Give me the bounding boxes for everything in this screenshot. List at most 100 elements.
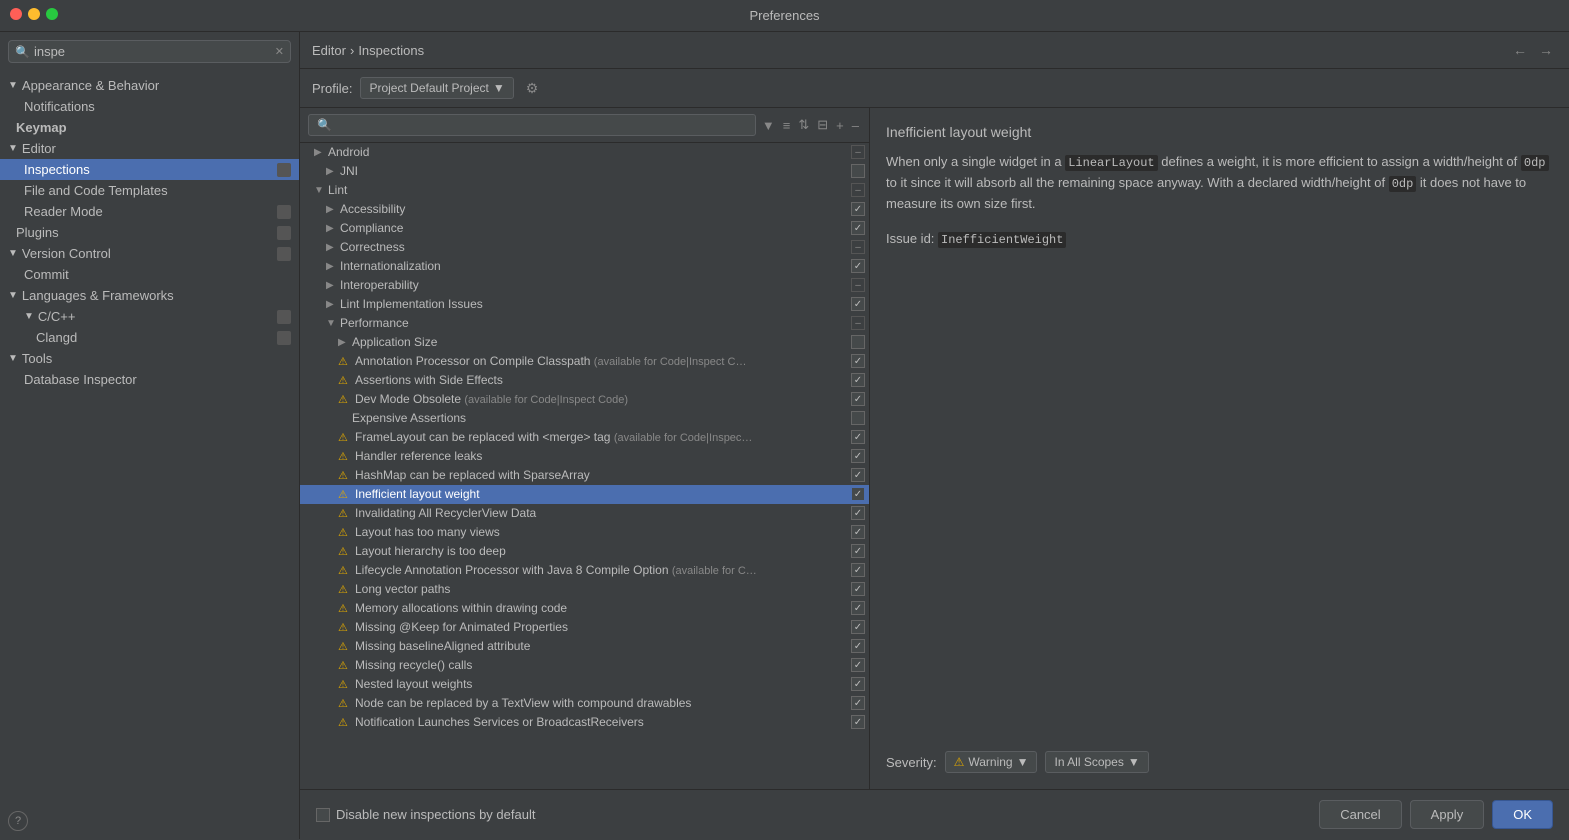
checkbox[interactable] bbox=[851, 164, 865, 178]
search-input[interactable] bbox=[34, 44, 275, 59]
checkbox[interactable] bbox=[851, 297, 865, 311]
sidebar-item-inspections[interactable]: Inspections bbox=[0, 159, 299, 180]
tree-row[interactable]: ⚠ HashMap can be replaced with SparseArr… bbox=[300, 466, 869, 485]
filter-icon[interactable]: ▼ bbox=[760, 116, 777, 135]
checkbox[interactable] bbox=[851, 506, 865, 520]
checkbox[interactable] bbox=[851, 715, 865, 729]
checkbox[interactable] bbox=[851, 677, 865, 691]
tree-row[interactable]: ▼ Performance – bbox=[300, 314, 869, 333]
checkbox[interactable] bbox=[851, 411, 865, 425]
checkbox[interactable] bbox=[851, 601, 865, 615]
tree-row-inefficient[interactable]: ⚠ Inefficient layout weight bbox=[300, 485, 869, 504]
tree-row[interactable]: ⚠ Dev Mode Obsolete (available for Code|… bbox=[300, 390, 869, 409]
sidebar-item-appearance[interactable]: ▼ Appearance & Behavior bbox=[0, 75, 299, 96]
checkbox[interactable] bbox=[851, 468, 865, 482]
minus-icon[interactable]: – bbox=[850, 116, 861, 135]
checkbox[interactable] bbox=[851, 335, 865, 349]
scope-select[interactable]: In All Scopes ▼ bbox=[1045, 751, 1148, 773]
help-icon[interactable]: ? bbox=[8, 811, 28, 831]
checkbox[interactable] bbox=[851, 696, 865, 710]
severity-select[interactable]: ⚠ Warning ▼ bbox=[945, 751, 1038, 773]
sidebar-item-plugins[interactable]: Plugins bbox=[0, 222, 299, 243]
minus-checkbox[interactable]: – bbox=[851, 183, 865, 197]
tree-row[interactable]: ⚠ Lifecycle Annotation Processor with Ja… bbox=[300, 561, 869, 580]
apply-button[interactable]: Apply bbox=[1410, 800, 1485, 829]
checkbox[interactable] bbox=[851, 354, 865, 368]
checkbox[interactable] bbox=[851, 582, 865, 596]
settings-icon[interactable]: ⚙ bbox=[522, 78, 543, 99]
checkbox[interactable] bbox=[851, 221, 865, 235]
tree-row[interactable]: ▶ Interoperability – bbox=[300, 276, 869, 295]
checkbox[interactable] bbox=[851, 202, 865, 216]
checkbox[interactable] bbox=[851, 449, 865, 463]
minimize-button[interactable] bbox=[28, 8, 40, 20]
checkbox[interactable] bbox=[851, 525, 865, 539]
sidebar-item-keymap[interactable]: Keymap bbox=[0, 117, 299, 138]
tree-row[interactable]: ⚠ Annotation Processor on Compile Classp… bbox=[300, 352, 869, 371]
tree-row[interactable]: ▶ Lint Implementation Issues bbox=[300, 295, 869, 314]
disable-inspections-checkbox[interactable] bbox=[316, 808, 330, 822]
checkbox[interactable] bbox=[851, 430, 865, 444]
sidebar-item-editor[interactable]: ▼ Editor bbox=[0, 138, 299, 159]
forward-button[interactable]: → bbox=[1535, 40, 1557, 60]
maximize-button[interactable] bbox=[46, 8, 58, 20]
minus-checkbox[interactable]: – bbox=[851, 145, 865, 159]
tree-row[interactable]: ⚠ Invalidating All RecyclerView Data bbox=[300, 504, 869, 523]
tree-row[interactable]: ▶ Correctness – bbox=[300, 238, 869, 257]
checkbox[interactable] bbox=[851, 392, 865, 406]
cancel-button[interactable]: Cancel bbox=[1319, 800, 1401, 829]
sidebar-item-commit[interactable]: Commit bbox=[0, 264, 299, 285]
tree-row[interactable]: ▼ Lint – bbox=[300, 181, 869, 200]
sidebar-item-version-control[interactable]: ▼ Version Control bbox=[0, 243, 299, 264]
profile-select[interactable]: Project Default Project ▼ bbox=[360, 77, 513, 99]
sidebar-item-database-inspector[interactable]: Database Inspector bbox=[0, 369, 299, 390]
breadcrumb-editor[interactable]: Editor bbox=[312, 43, 346, 58]
tree-row[interactable]: Expensive Assertions bbox=[300, 409, 869, 428]
minus-checkbox[interactable]: – bbox=[851, 316, 865, 330]
tree-row[interactable]: ⚠ Missing recycle() calls bbox=[300, 656, 869, 675]
checkbox[interactable] bbox=[851, 487, 865, 501]
tree-row[interactable]: ▶ Internationalization bbox=[300, 257, 869, 276]
tree-row[interactable]: ⚠ Long vector paths bbox=[300, 580, 869, 599]
tree-row[interactable]: ⚠ Missing @Keep for Animated Properties bbox=[300, 618, 869, 637]
inspection-search-input[interactable] bbox=[308, 114, 756, 136]
tree-row[interactable]: ⚠ Nested layout weights bbox=[300, 675, 869, 694]
tree-row[interactable]: ▶ Accessibility bbox=[300, 200, 869, 219]
ok-button[interactable]: OK bbox=[1492, 800, 1553, 829]
tree-row[interactable]: ⚠ Missing baselineAligned attribute bbox=[300, 637, 869, 656]
sidebar-item-notifications[interactable]: Notifications bbox=[0, 96, 299, 117]
tree-row[interactable]: ⚠ Notification Launches Services or Broa… bbox=[300, 713, 869, 732]
group-icon[interactable]: ⊟ bbox=[815, 115, 830, 135]
sidebar-item-reader-mode[interactable]: Reader Mode bbox=[0, 201, 299, 222]
add-icon[interactable]: + bbox=[834, 116, 846, 135]
back-button[interactable]: ← bbox=[1509, 40, 1531, 60]
minus-checkbox[interactable]: – bbox=[851, 240, 865, 254]
sort-icon[interactable]: ⇅ bbox=[796, 115, 811, 135]
checkbox[interactable] bbox=[851, 563, 865, 577]
checkbox[interactable] bbox=[851, 620, 865, 634]
tree-row[interactable]: ⚠ Assertions with Side Effects bbox=[300, 371, 869, 390]
tree-row[interactable]: ⚠ Memory allocations within drawing code bbox=[300, 599, 869, 618]
sidebar-item-languages[interactable]: ▼ Languages & Frameworks bbox=[0, 285, 299, 306]
minus-checkbox[interactable]: – bbox=[851, 278, 865, 292]
tree-row[interactable]: ▶ Android – bbox=[300, 143, 869, 162]
expand-icon[interactable]: ≡ bbox=[781, 116, 793, 135]
tree-row[interactable]: ⚠ Layout has too many views bbox=[300, 523, 869, 542]
checkbox[interactable] bbox=[851, 658, 865, 672]
checkbox[interactable] bbox=[851, 373, 865, 387]
checkbox[interactable] bbox=[851, 639, 865, 653]
tree-row[interactable]: ⚠ Layout hierarchy is too deep bbox=[300, 542, 869, 561]
tree-row[interactable]: ⚠ FrameLayout can be replaced with <merg… bbox=[300, 428, 869, 447]
checkbox[interactable] bbox=[851, 259, 865, 273]
sidebar-item-clangd[interactable]: Clangd bbox=[0, 327, 299, 348]
close-button[interactable] bbox=[10, 8, 22, 20]
sidebar-item-tools[interactable]: ▼ Tools bbox=[0, 348, 299, 369]
sidebar-item-file-code-templates[interactable]: File and Code Templates bbox=[0, 180, 299, 201]
tree-row[interactable]: ▶ Compliance bbox=[300, 219, 869, 238]
clear-icon[interactable]: ✕ bbox=[275, 45, 284, 58]
tree-row[interactable]: ▶ Application Size bbox=[300, 333, 869, 352]
tree-row[interactable]: ⚠ Node can be replaced by a TextView wit… bbox=[300, 694, 869, 713]
checkbox[interactable] bbox=[851, 544, 865, 558]
sidebar-item-cpp[interactable]: ▼ C/C++ bbox=[0, 306, 299, 327]
tree-row[interactable]: ⚠ Handler reference leaks bbox=[300, 447, 869, 466]
